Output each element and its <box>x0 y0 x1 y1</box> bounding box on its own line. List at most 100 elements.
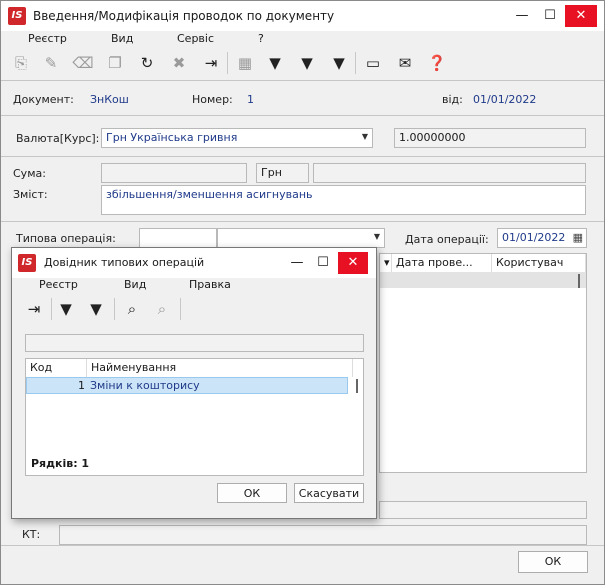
currency-value: Грн Українська гривня <box>106 131 238 144</box>
maximize-button[interactable]: ☐ <box>539 5 561 27</box>
grid-scrollbar[interactable] <box>578 274 580 288</box>
close-button[interactable]: ✕ <box>565 5 597 27</box>
minimize-button[interactable]: — <box>511 5 533 27</box>
content-field[interactable]: збільшення/зменшення асигнувань <box>101 185 586 215</box>
operation-select[interactable]: ▼ <box>217 228 385 248</box>
search-next-icon[interactable]: ⌕ <box>150 297 174 321</box>
operation-date-field[interactable]: 01/01/2022 ▦ <box>497 228 587 248</box>
menu-registry[interactable]: Реєстр <box>28 32 67 45</box>
help-icon[interactable]: ❓ <box>425 51 449 75</box>
rate-field: 1.00000000 <box>394 128 586 148</box>
operation-date-value: 01/01/2022 <box>502 231 566 244</box>
row-name: Зміни к кошторису <box>90 379 200 392</box>
maximize-button[interactable]: ☐ <box>312 252 334 274</box>
table-row[interactable]: 1 Зміни к кошторису <box>26 377 348 394</box>
entries-grid[interactable]: ▾ Дата прове... Користувач <box>379 253 587 473</box>
dialog-search-field[interactable] <box>25 334 364 352</box>
table-scrollbar[interactable] <box>356 379 358 393</box>
close-button[interactable]: ✕ <box>338 252 368 274</box>
delete-icon[interactable]: ✖ <box>167 51 191 75</box>
mail-icon[interactable]: ✉ <box>393 51 417 75</box>
doc-label: Документ: <box>13 93 74 106</box>
card-icon[interactable]: ▭ <box>361 51 385 75</box>
date-value: 01/01/2022 <box>473 93 537 106</box>
dialog-cancel-button[interactable]: Скасувати <box>294 483 364 503</box>
grid-selected-row[interactable] <box>380 272 586 288</box>
toolbar-separator <box>114 298 115 320</box>
toolbar-separator <box>355 52 356 74</box>
toolbar: ⎘ ✎ ⌫ ❐ ↻ ✖ ⇥ ▦ ▼ ▼ ▼ ▭ ✉ ❓ <box>1 48 604 78</box>
add-doc-icon[interactable]: ⎘ <box>9 51 33 75</box>
divider <box>1 80 604 81</box>
filter-clear-icon[interactable]: ▼ <box>327 51 351 75</box>
calendar-icon[interactable]: ▦ <box>573 231 583 244</box>
ok-button[interactable]: ОК <box>518 551 588 573</box>
kt-field <box>59 525 587 545</box>
dialog-menu-edit[interactable]: Правка <box>189 278 231 291</box>
edit-doc-icon[interactable]: ✎ <box>39 51 63 75</box>
sum-label: Сума: <box>13 167 46 180</box>
currency-label: Валюта[Курс]: <box>16 132 100 145</box>
app-logo: IS <box>8 7 26 25</box>
operations-table[interactable]: Код Найменування 1 Зміни к кошторису Ряд… <box>25 358 364 476</box>
divider <box>1 156 604 157</box>
row-count: Рядків: 1 <box>31 457 90 470</box>
menu-bar: Реєстр Вид Сервіс ? <box>1 31 604 47</box>
toolbar-separator <box>180 298 181 320</box>
menu-view[interactable]: Вид <box>111 32 133 45</box>
dialog-menu-bar: Реєстр Вид Правка <box>12 278 376 294</box>
currency-select[interactable]: Грн Українська гривня ▼ <box>101 128 373 148</box>
operation-label: Типова операція: <box>16 232 116 245</box>
dialog-menu-registry[interactable]: Реєстр <box>39 278 78 291</box>
number-value: 1 <box>247 93 254 106</box>
sum-currency: Грн <box>261 166 282 179</box>
chevron-down-icon: ▼ <box>361 132 368 141</box>
minimize-button[interactable]: — <box>286 252 308 274</box>
col-code[interactable]: Код <box>26 359 87 377</box>
filter-set-icon[interactable]: ▼ <box>295 51 319 75</box>
dialog-ok-button[interactable]: ОК <box>217 483 287 503</box>
copy-icon[interactable]: ❐ <box>103 51 127 75</box>
dialog-title: Довідник типових операцій <box>44 256 205 269</box>
filter-clear-icon[interactable]: ▼ <box>84 297 108 321</box>
window-title: Введення/Модифікація проводок по докумен… <box>33 9 335 23</box>
delete-doc-icon[interactable]: ⌫ <box>71 51 95 75</box>
divider <box>1 115 604 116</box>
menu-service[interactable]: Сервіс <box>177 32 214 45</box>
title-bar: IS Введення/Модифікація проводок по доку… <box>1 1 604 31</box>
operation-code-field[interactable] <box>139 228 217 248</box>
grid-header-arrow: ▾ <box>380 254 392 272</box>
dt-field <box>379 501 587 519</box>
app-logo: IS <box>18 254 36 272</box>
refresh-icon[interactable]: ↻ <box>135 51 159 75</box>
divider <box>1 545 604 546</box>
grid-icon[interactable]: ▦ <box>233 51 257 75</box>
sum-field <box>101 163 247 183</box>
dialog-menu-view[interactable]: Вид <box>124 278 146 291</box>
chevron-down-icon: ▼ <box>373 232 380 241</box>
grid-header-user[interactable]: Користувач <box>492 254 586 272</box>
exit-icon[interactable]: ⇥ <box>199 51 223 75</box>
col-name[interactable]: Найменування <box>87 359 353 377</box>
filter-icon[interactable]: ▼ <box>54 297 78 321</box>
rate-value: 1.00000000 <box>399 131 466 144</box>
operation-date-label: Дата операції: <box>405 233 489 246</box>
toolbar-separator <box>51 298 52 320</box>
search-icon[interactable]: ⌕ <box>120 297 144 321</box>
toolbar-separator <box>227 52 228 74</box>
filter-icon[interactable]: ▼ <box>263 51 287 75</box>
operations-dialog: IS Довідник типових операцій — ☐ ✕ Реєст… <box>11 247 377 519</box>
exit-icon[interactable]: ⇥ <box>22 297 46 321</box>
content-label: Зміст: <box>13 188 48 201</box>
doc-value: ЗнКош <box>90 93 129 106</box>
divider <box>1 221 604 222</box>
grid-header-date[interactable]: Дата прове... <box>392 254 492 272</box>
date-label: від: <box>442 93 463 106</box>
sum-currency-field: Грн <box>256 163 309 183</box>
content-value: збільшення/зменшення асигнувань <box>106 188 313 201</box>
menu-help[interactable]: ? <box>258 32 264 45</box>
row-code: 1 <box>78 379 85 392</box>
sum-extra-field <box>313 163 586 183</box>
dialog-title-bar: IS Довідник типових операцій — ☐ ✕ <box>12 248 376 278</box>
number-label: Номер: <box>192 93 233 106</box>
